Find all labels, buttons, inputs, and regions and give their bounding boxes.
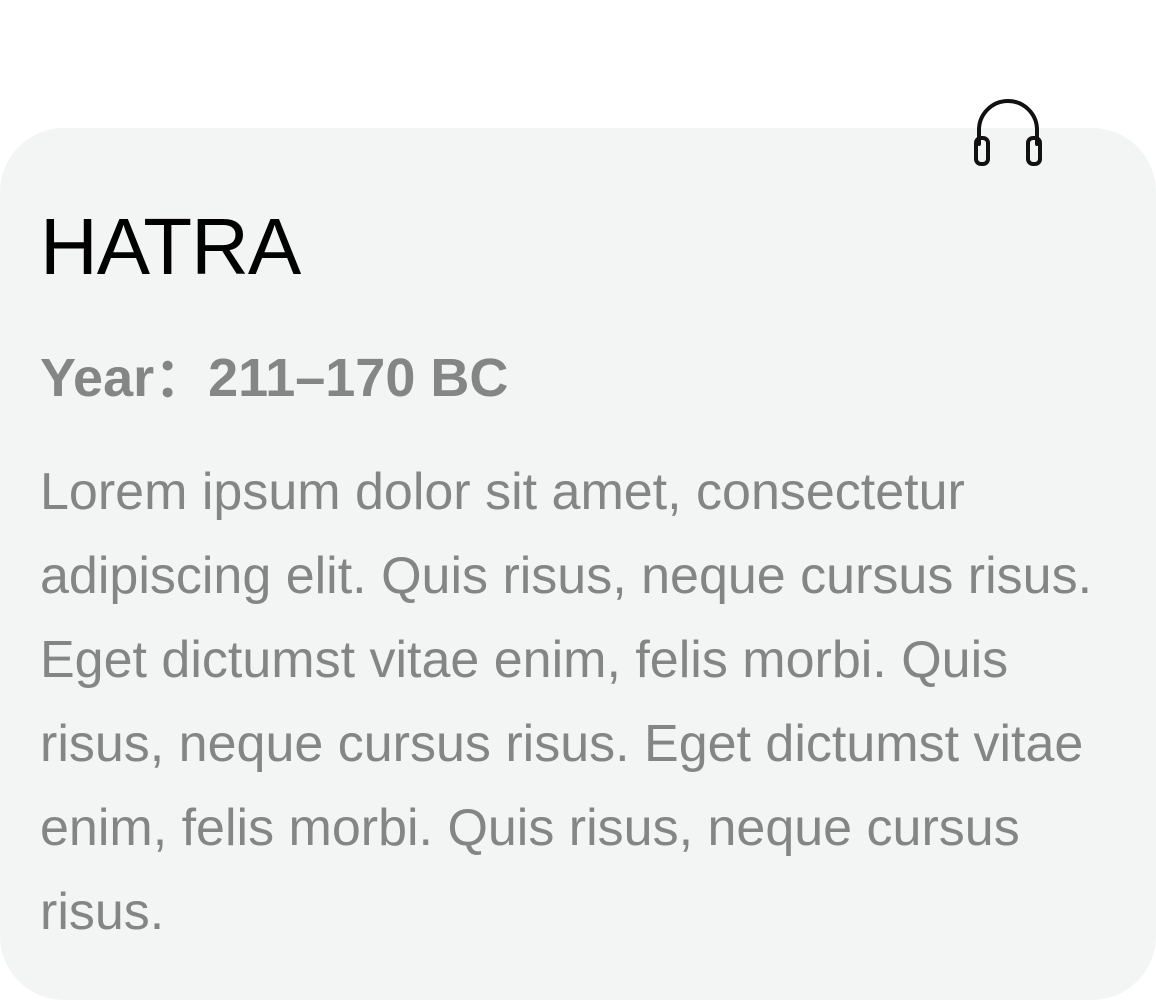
headphones-icon xyxy=(968,94,1048,179)
audio-play-button[interactable] xyxy=(940,68,1076,204)
card-description: Lorem ipsum dolor sit amet, consectetur … xyxy=(40,463,1093,941)
year-label: Year：211–170 BC xyxy=(40,348,509,408)
card-title: HATRA xyxy=(40,202,301,291)
info-card: HATRA Year：211–170 BC Lorem ipsum dolor … xyxy=(0,128,1156,1000)
